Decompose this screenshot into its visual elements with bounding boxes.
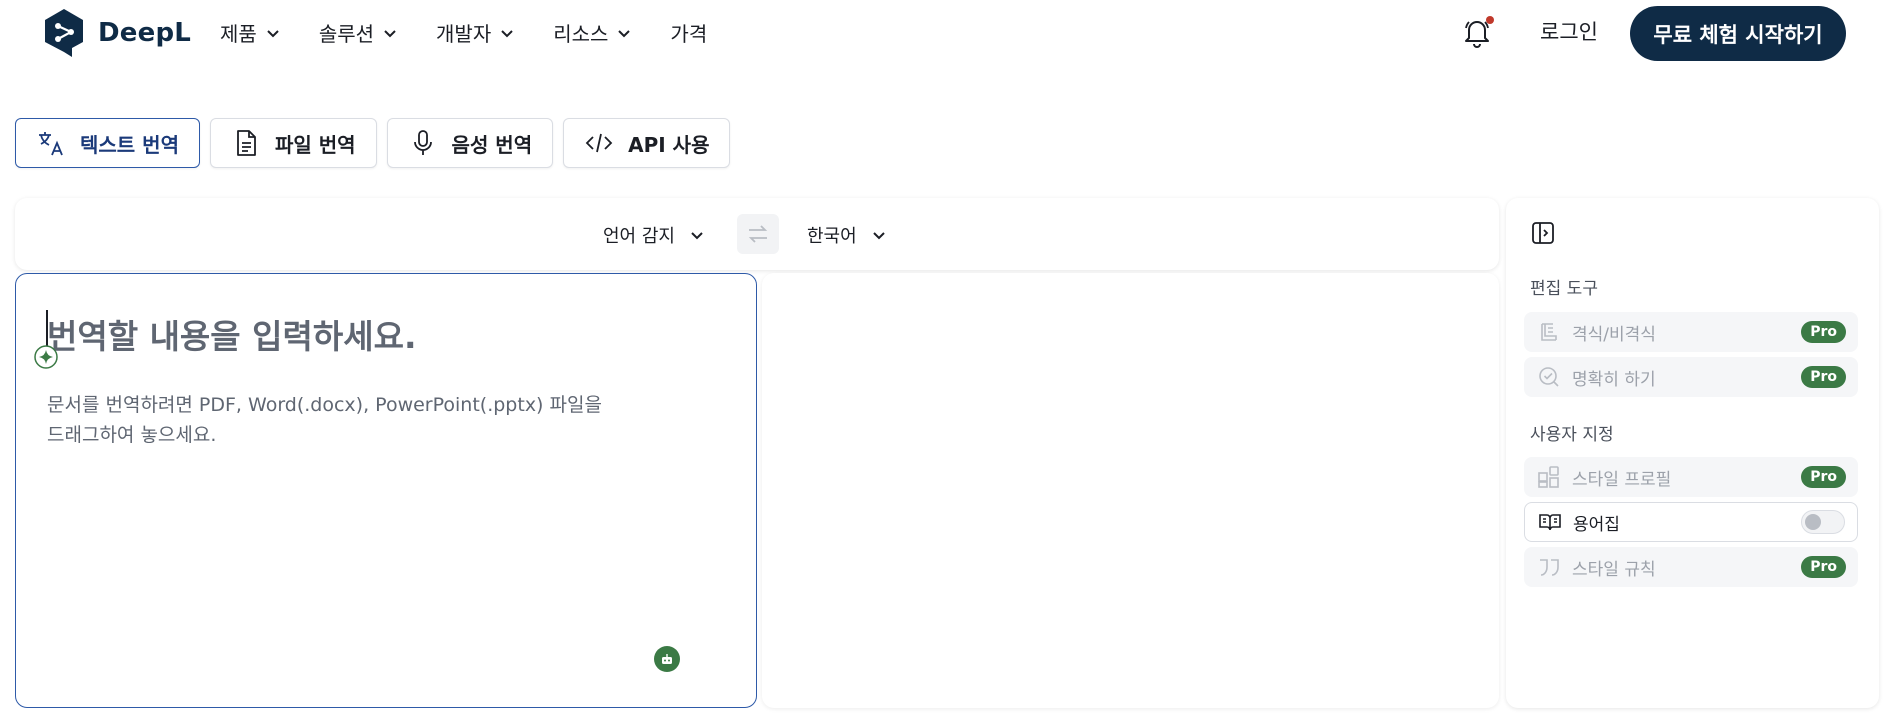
formality-icon <box>1541 323 1557 341</box>
nav-products[interactable]: 제품 <box>220 18 281 47</box>
book-icon <box>1539 514 1561 531</box>
nav-developers[interactable]: 개발자 <box>436 18 515 47</box>
hint-line: 문서를 번역하려면 PDF, Word(.docx), PowerPoint(.… <box>47 394 602 416</box>
language-bar: 언어 감지 한국어 <box>15 198 1499 270</box>
style-rules-row[interactable]: 스타일 규칙 Pro <box>1524 547 1858 587</box>
clarify-row[interactable]: 명확히 하기 Pro <box>1524 357 1858 397</box>
pro-badge: Pro <box>1801 466 1846 488</box>
pro-badge: Pro <box>1801 366 1846 388</box>
chevron-down-icon <box>618 29 631 37</box>
code-icon <box>585 133 613 153</box>
deepl-logo[interactable]: DeepL <box>42 8 191 58</box>
nav-label: 개발자 <box>436 22 492 46</box>
tab-api[interactable]: API 사용 <box>563 118 731 168</box>
translate-icon <box>39 132 63 156</box>
tab-label: 파일 번역 <box>274 132 356 157</box>
hint-line: 드래그하여 놓으세요. <box>47 424 217 446</box>
chevron-down-icon <box>691 232 703 240</box>
tab-label: 음성 번역 <box>451 132 533 157</box>
target-language-select[interactable]: 한국어 <box>807 222 887 248</box>
source-language-label: 언어 감지 <box>603 226 675 247</box>
chevron-down-icon <box>872 232 885 240</box>
robot-icon <box>662 654 672 664</box>
row-label: 격식/비격식 <box>1572 324 1656 345</box>
glossary-toggle[interactable] <box>1801 510 1845 534</box>
check-circle-icon <box>1539 367 1559 387</box>
row-label: 스타일 프로필 <box>1572 469 1672 490</box>
chevron-down-icon <box>267 29 279 37</box>
editing-tools-title: 편집 도구 <box>1530 279 1598 299</box>
nav-label: 솔루션 <box>318 22 375 46</box>
nav-label: 가격 <box>670 22 708 46</box>
notification-dot <box>1486 16 1494 24</box>
nav-label: 제품 <box>220 22 257 46</box>
tab-text-translation[interactable]: 텍스트 번역 <box>15 118 200 168</box>
formality-row[interactable]: 격식/비격식 Pro <box>1524 312 1858 352</box>
nav-solutions[interactable]: 솔루션 <box>319 18 398 47</box>
quote-icon <box>1540 559 1559 576</box>
source-placeholder: 번역할 내용을 입력하세요. <box>47 317 417 356</box>
translation-mode-tabs: 텍스트 번역 파일 번역 음성 번역 API 사용 <box>15 118 731 168</box>
chevron-down-icon <box>384 29 396 37</box>
nav-resources[interactable]: 리소스 <box>553 18 632 47</box>
nav-label: 리소스 <box>553 22 609 46</box>
sidebar-toggle-icon[interactable] <box>1530 220 1556 246</box>
source-text-input[interactable]: 번역할 내용을 입력하세요. 문서를 번역하려면 PDF, Word(.docx… <box>15 273 757 708</box>
tools-sidebar: 편집 도구 격식/비격식 Pro 명확히 하기 Pro 사용자 지정 스타일 프… <box>1506 198 1879 708</box>
pro-badge: Pro <box>1801 556 1846 578</box>
row-label: 명확히 하기 <box>1572 369 1656 390</box>
notifications-button[interactable] <box>1462 16 1494 48</box>
microphone-icon <box>413 130 432 155</box>
row-label: 용어집 <box>1573 514 1620 535</box>
swap-languages-button[interactable] <box>737 214 779 254</box>
customize-title: 사용자 지정 <box>1530 425 1614 445</box>
tab-label: 텍스트 번역 <box>80 132 179 157</box>
target-text-output <box>762 273 1499 708</box>
brand-name: DeepL <box>98 18 192 48</box>
chevron-down-icon <box>501 29 513 37</box>
row-label: 스타일 규칙 <box>1572 559 1656 580</box>
pro-badge: Pro <box>1801 321 1846 343</box>
tab-voice-translation[interactable]: 음성 번역 <box>386 118 554 168</box>
tab-label: API 사용 <box>628 132 710 157</box>
top-navigation: DeepL 제품 솔루션 개발자 리소스 가격 로그인 무료 체험 시작하기 <box>0 0 1890 66</box>
tab-file-translation[interactable]: 파일 번역 <box>209 118 377 168</box>
assistant-button[interactable] <box>654 646 680 672</box>
start-free-trial-button[interactable]: 무료 체험 시작하기 <box>1630 6 1846 61</box>
style-profile-row[interactable]: 스타일 프로필 Pro <box>1524 457 1858 497</box>
main-nav: 제품 솔루션 개발자 리소스 가격 <box>220 18 745 47</box>
deepl-logo-icon <box>45 9 83 57</box>
swap-icon <box>748 225 768 243</box>
glossary-row[interactable]: 용어집 <box>1524 502 1858 542</box>
login-link[interactable]: 로그인 <box>1540 16 1598 46</box>
target-language-label: 한국어 <box>807 226 857 247</box>
nav-pricing[interactable]: 가격 <box>670 18 707 47</box>
sparkle-icon[interactable] <box>33 344 59 370</box>
shapes-icon <box>1538 466 1559 488</box>
drag-drop-hint: 문서를 번역하려면 PDF, Word(.docx), PowerPoint(.… <box>47 390 647 450</box>
file-icon <box>237 130 256 156</box>
source-language-select[interactable]: 언어 감지 <box>603 222 705 248</box>
